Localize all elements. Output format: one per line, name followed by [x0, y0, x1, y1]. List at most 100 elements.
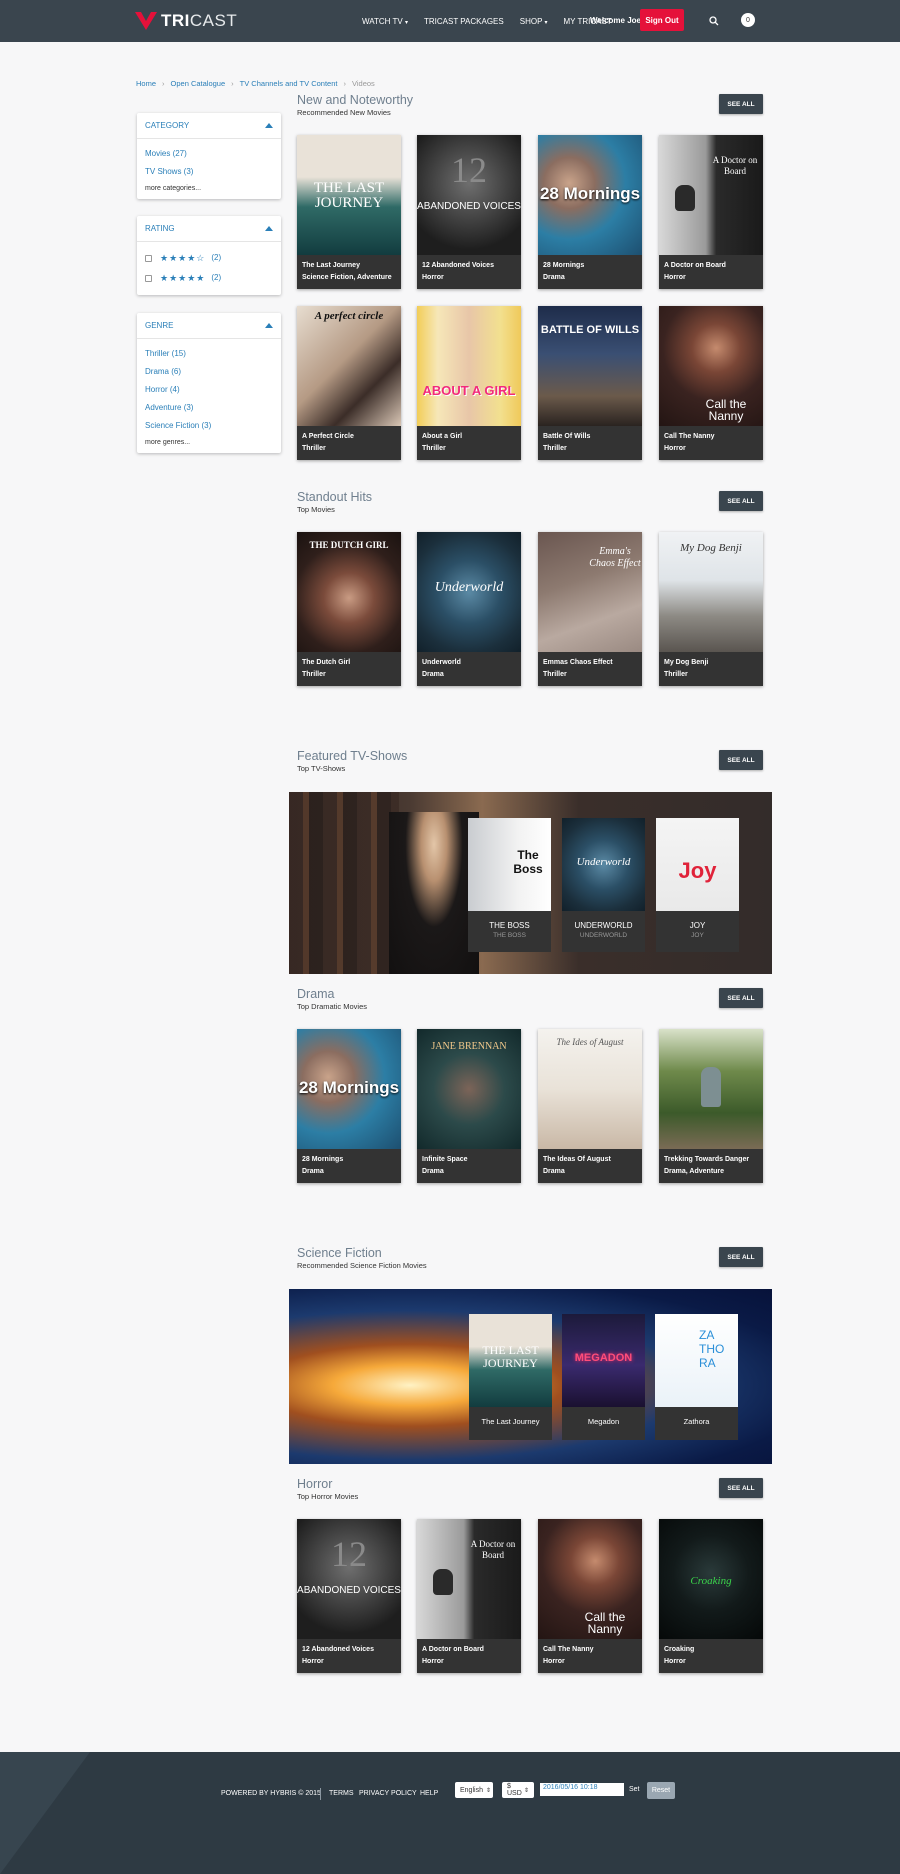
- see-all-button-scifi[interactable]: SEE ALL: [719, 1247, 763, 1267]
- facet-genre: GENRE Thriller (15) Drama (6) Horror (4)…: [137, 313, 281, 453]
- facet-category-header[interactable]: CATEGORY: [137, 113, 281, 139]
- tvshow-poster: Underworld: [562, 818, 645, 911]
- movie-card[interactable]: Emma's Chaos Effect Emmas Chaos Effect Th…: [538, 532, 642, 686]
- date-input[interactable]: 2016/05/16 10:18: [540, 1783, 624, 1796]
- movie-card[interactable]: My Dog Benji My Dog Benji Thriller: [659, 532, 763, 686]
- movie-poster: Underworld: [417, 532, 521, 652]
- nav-tricast-packages[interactable]: TRICAST PACKAGES: [424, 17, 504, 26]
- search-icon[interactable]: [709, 16, 719, 26]
- movie-poster: 12 ABANDONED VOICES: [417, 135, 521, 255]
- movie-poster: Emma's Chaos Effect: [538, 532, 642, 652]
- nav-shop[interactable]: SHOP ▾: [520, 17, 548, 26]
- movie-card[interactable]: BATTLE OF WILLS Battle Of Wills Thriller: [538, 306, 642, 460]
- movie-card[interactable]: A Doctor on Board A Doctor on Board Horro…: [417, 1519, 521, 1673]
- movie-genre: Thriller: [302, 445, 326, 452]
- movie-card[interactable]: THE LAST JOURNEY The Last Journey Science…: [297, 135, 401, 289]
- reset-date-button[interactable]: Reset: [647, 1782, 675, 1799]
- movie-title: 12 Abandoned Voices: [302, 1646, 374, 1653]
- movie-poster: 28 Mornings: [297, 1029, 401, 1149]
- movie-card[interactable]: Trekking Towards Danger Drama, Adventure: [659, 1029, 763, 1183]
- rating-checkbox[interactable]: [145, 274, 152, 282]
- movie-card[interactable]: ABOUT A GIRL About a Girl Thriller: [417, 306, 521, 460]
- movie-title: My Dog Benji: [664, 659, 709, 666]
- breadcrumb-tv-channels[interactable]: TV Channels and TV Content: [240, 79, 338, 88]
- movie-card[interactable]: THE DUTCH GIRL The Dutch Girl Thriller: [297, 532, 401, 686]
- footer-link-terms[interactable]: TERMS: [329, 1790, 354, 1797]
- nav-watch-tv[interactable]: WATCH TV ▾: [362, 17, 408, 26]
- tvshow-card[interactable]: Joy JOY JOY: [656, 818, 739, 952]
- breadcrumb-open-catalogue[interactable]: Open Catalogue: [171, 79, 226, 88]
- movie-card[interactable]: Underworld Underworld Drama: [417, 532, 521, 686]
- tvshow-card[interactable]: Underworld UNDERWORLD UNDERWORLD: [562, 818, 645, 952]
- language-select[interactable]: English ⇕: [455, 1782, 493, 1798]
- facet-genre-header[interactable]: GENRE: [137, 313, 281, 339]
- more-genres-link[interactable]: more genres...: [145, 435, 273, 451]
- movie-poster: Call the Nanny: [659, 306, 763, 426]
- movie-genre: Horror: [664, 274, 686, 281]
- movie-poster: [659, 1029, 763, 1149]
- section-title-drama: Drama: [297, 987, 335, 1001]
- tricast-logo[interactable]: TRICAST: [135, 11, 237, 31]
- movie-card[interactable]: The Ides of August The Ideas Of August Dr…: [538, 1029, 642, 1183]
- facet-item-adventure[interactable]: Adventure (3): [145, 399, 273, 417]
- movie-title: Infinite Space: [422, 1156, 468, 1163]
- chevron-right-icon: ›: [231, 79, 234, 88]
- main-nav: WATCH TV ▾ TRICAST PACKAGES SHOP ▾ MY TR…: [362, 0, 628, 42]
- section-subtitle-new: Recommended New Movies: [297, 108, 391, 117]
- cart-count-badge[interactable]: 0: [741, 13, 755, 27]
- movie-genre: Horror: [664, 445, 686, 452]
- movie-card[interactable]: Call the Nanny Call The Nanny Horror: [538, 1519, 642, 1673]
- movie-card[interactable]: 28 Mornings 28 Mornings Drama: [297, 1029, 401, 1183]
- rating-filter-5[interactable]: ★★★★★ (2): [145, 268, 273, 288]
- see-all-button-horror[interactable]: SEE ALL: [719, 1478, 763, 1498]
- breadcrumb-home[interactable]: Home: [136, 79, 156, 88]
- facet-category: CATEGORY Movies (27) TV Shows (3) more c…: [137, 113, 281, 199]
- facet-item-science-fiction[interactable]: Science Fiction (3): [145, 417, 273, 435]
- star-rating-icon: ★★★★★: [160, 273, 206, 283]
- movie-card[interactable]: ZA THO RA Zathora: [655, 1314, 738, 1440]
- more-categories-link[interactable]: more categories...: [145, 181, 273, 197]
- movie-title: The Last Journey: [481, 1417, 540, 1426]
- footer-link-help[interactable]: HELP: [420, 1790, 438, 1797]
- chevron-up-icon: [265, 226, 273, 231]
- facet-item-horror[interactable]: Horror (4): [145, 381, 273, 399]
- facet-rating-header[interactable]: RATING: [137, 216, 281, 242]
- see-all-button-tvshows[interactable]: SEE ALL: [719, 750, 763, 770]
- movie-card[interactable]: A Doctor on Board A Doctor on Board Horro…: [659, 135, 763, 289]
- movie-card[interactable]: 12 ABANDONED VOICES 12 Abandoned Voices H…: [297, 1519, 401, 1673]
- see-all-button-drama[interactable]: SEE ALL: [719, 988, 763, 1008]
- facet-item-tv-shows[interactable]: TV Shows (3): [145, 163, 273, 181]
- movie-card[interactable]: Call the Nanny Call The Nanny Horror: [659, 306, 763, 460]
- tvshow-poster: Joy: [656, 818, 739, 911]
- rating-filter-4[interactable]: ★★★★☆ (2): [145, 248, 273, 268]
- tvshows-banner: The Boss THE BOSS THE BOSS Underworld UN…: [289, 792, 772, 974]
- set-date-button[interactable]: Set: [629, 1786, 640, 1793]
- movie-genre: Horror: [664, 1658, 686, 1665]
- breadcrumb-current: Videos: [351, 79, 375, 88]
- rating-checkbox[interactable]: [145, 254, 152, 262]
- movie-card[interactable]: MEGADON Megadon: [562, 1314, 645, 1440]
- footer-link-privacy[interactable]: PRIVACY POLICY: [359, 1790, 417, 1797]
- sign-out-button[interactable]: Sign Out: [640, 9, 684, 31]
- chevron-right-icon: ›: [162, 79, 165, 88]
- tvshow-card[interactable]: The Boss THE BOSS THE BOSS: [468, 818, 551, 952]
- movie-card[interactable]: 28 Mornings 28 Mornings Drama: [538, 135, 642, 289]
- section-title-tvshows: Featured TV-Shows: [297, 749, 408, 763]
- see-all-button-new[interactable]: SEE ALL: [719, 94, 763, 114]
- movie-card[interactable]: THE LAST JOURNEY The Last Journey: [469, 1314, 552, 1440]
- movie-card[interactable]: 12 ABANDONED VOICES 12 Abandoned Voices H…: [417, 135, 521, 289]
- currency-select[interactable]: $ USD ⇕: [502, 1782, 534, 1798]
- movie-card[interactable]: JANE BRENNAN Infinite Space Drama: [417, 1029, 521, 1183]
- movie-title: A Doctor on Board: [664, 262, 726, 269]
- movie-genre: Thriller: [664, 671, 688, 678]
- movie-genre: Drama: [543, 274, 565, 281]
- movie-genre: Thriller: [302, 671, 326, 678]
- see-all-button-hits[interactable]: SEE ALL: [719, 491, 763, 511]
- facet-item-movies[interactable]: Movies (27): [145, 145, 273, 163]
- section-subtitle-drama: Top Dramatic Movies: [297, 1002, 368, 1011]
- facet-item-drama[interactable]: Drama (6): [145, 363, 273, 381]
- facet-item-thriller[interactable]: Thriller (15): [145, 345, 273, 363]
- movie-card[interactable]: A perfect circle A Perfect Circle Thrille…: [297, 306, 401, 460]
- movie-title: A Perfect Circle: [302, 433, 354, 440]
- movie-card[interactable]: Croaking Croaking Horror: [659, 1519, 763, 1673]
